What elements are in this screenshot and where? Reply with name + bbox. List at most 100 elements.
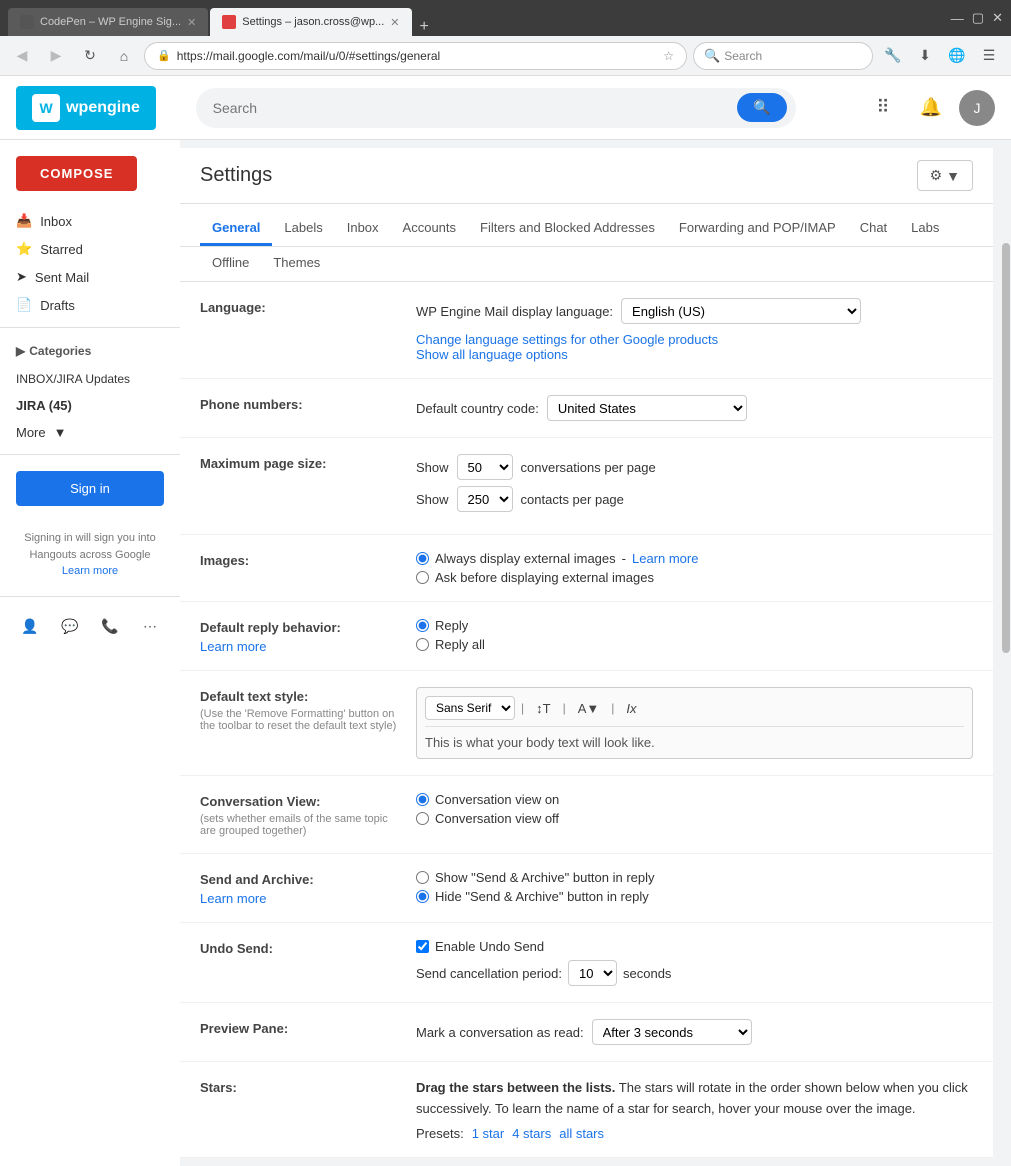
apps-icon[interactable]: ⠿ — [863, 88, 903, 128]
sidebar-item-sent[interactable]: ➤ Sent Mail — [0, 263, 180, 291]
sidebar-item-inbox-jira[interactable]: INBOX/JIRA Updates — [0, 366, 180, 392]
reply-option1-label: Reply — [435, 618, 468, 633]
contacts-per-page-label: contacts per page — [521, 492, 624, 507]
cancellation-period-select[interactable]: 10 5 20 30 — [568, 960, 617, 986]
back-button[interactable]: ◀ — [8, 42, 36, 70]
tab-labs[interactable]: Labs — [899, 212, 951, 246]
remove-formatting-button[interactable]: Ix — [620, 698, 642, 719]
forward-button[interactable]: ▶ — [42, 42, 70, 70]
sign-in-text: Signing in will sign you into Hangouts a… — [0, 522, 180, 588]
show-send-archive-radio[interactable] — [416, 871, 429, 884]
minimize-button[interactable]: — — [951, 11, 964, 26]
codepen-tab-close[interactable]: ✕ — [187, 16, 196, 29]
header-right: ⠿ 🔔 J — [863, 88, 995, 128]
wrench-icon[interactable]: 🔧 — [879, 42, 907, 70]
images-content: Always display external images - Learn m… — [416, 551, 973, 585]
preset-4stars-link[interactable]: 4 stars — [512, 1126, 551, 1141]
scrollbar-thumb[interactable] — [1002, 243, 1010, 653]
download-icon[interactable]: ⬇ — [911, 42, 939, 70]
tab-forwarding[interactable]: Forwarding and POP/IMAP — [667, 212, 848, 246]
inbox-icon: 📥 — [16, 213, 32, 229]
sign-in-learn-more-link[interactable]: Learn more — [62, 565, 118, 577]
browser-search-bar[interactable]: 🔍 Search — [693, 42, 873, 70]
tab-inbox[interactable]: Inbox — [335, 212, 391, 246]
gmail-search: 🔍 — [196, 88, 796, 128]
language-select[interactable]: English (US) — [621, 298, 861, 324]
reply-all-radio[interactable] — [416, 638, 429, 651]
categories-header[interactable]: ▶ Categories — [0, 336, 180, 366]
sent-icon: ➤ — [16, 269, 27, 285]
globe-icon[interactable]: 🌐 — [943, 42, 971, 70]
show-all-languages-link[interactable]: Show all language options — [416, 347, 568, 362]
chat-icon[interactable]: 💬 — [56, 613, 84, 641]
always-display-radio[interactable] — [416, 552, 429, 565]
sidebar-item-starred[interactable]: ⭐ Starred — [0, 235, 180, 263]
close-button[interactable]: ✕ — [992, 10, 1003, 26]
sidebar-item-jira[interactable]: JIRA (45) — [0, 392, 180, 419]
gmail-search-button[interactable]: 🔍 — [737, 93, 786, 122]
reply-radio[interactable] — [416, 619, 429, 632]
preset-1star-link[interactable]: 1 star — [472, 1126, 505, 1141]
settings-gear-button[interactable]: ⚙ ▼ — [917, 160, 973, 191]
text-style-row: Default text style: (Use the 'Remove For… — [180, 671, 993, 776]
browser-search-icon: 🔍 — [704, 48, 720, 64]
maximize-button[interactable]: ▢ — [972, 10, 984, 26]
sidebar-item-more[interactable]: More ▼ — [0, 419, 180, 446]
conversation-on-radio[interactable] — [416, 793, 429, 806]
tab-general[interactable]: General — [200, 212, 272, 246]
change-language-link[interactable]: Change language settings for other Googl… — [416, 332, 718, 347]
tab-accounts[interactable]: Accounts — [391, 212, 468, 246]
conversations-per-page-select[interactable]: 50 25 100 — [457, 454, 513, 480]
compose-button[interactable]: COMPOSE — [16, 156, 137, 191]
preset-allstars-link[interactable]: all stars — [559, 1126, 604, 1141]
gmail-search-input[interactable] — [213, 100, 730, 116]
font-select[interactable]: Sans Serif — [425, 696, 515, 720]
tab-gmail[interactable]: Settings – jason.cross@wp... ✕ — [210, 8, 411, 36]
tab-offline[interactable]: Offline — [200, 247, 261, 281]
gmail-favicon — [222, 15, 236, 29]
tab-filters[interactable]: Filters and Blocked Addresses — [468, 212, 667, 246]
undo-send-checkbox[interactable] — [416, 940, 429, 953]
settings-tabs-row2: Offline Themes — [180, 247, 993, 282]
images-learn-more-link[interactable]: Learn more — [632, 551, 698, 566]
country-select[interactable]: United States — [547, 395, 747, 421]
phone-content: Default country code: United States — [416, 395, 973, 421]
settings-panel: Settings ⚙ ▼ General Labels Inbox Accoun… — [180, 148, 993, 1158]
scrollbar[interactable] — [1001, 140, 1011, 1166]
mark-read-select[interactable]: After 3 seconds Immediately After 1 seco… — [592, 1019, 752, 1045]
home-button[interactable]: ⌂ — [110, 42, 138, 70]
address-bar[interactable]: 🔒 https://mail.google.com/mail/u/0/#sett… — [144, 42, 687, 70]
more-options-icon[interactable]: ⋯ — [136, 613, 164, 641]
reply-learn-more-link[interactable]: Learn more — [200, 639, 266, 654]
conversation-row: Conversation View: (sets whether emails … — [180, 776, 993, 854]
contacts-per-page-select[interactable]: 250 25 50 100 — [457, 486, 513, 512]
font-size-button[interactable]: ↕T — [530, 698, 556, 719]
send-archive-learn-more-link[interactable]: Learn more — [200, 891, 266, 906]
sidebar-item-drafts[interactable]: 📄 Drafts — [0, 291, 180, 319]
tab-codepen[interactable]: CodePen – WP Engine Sig... ✕ — [8, 8, 208, 36]
gmail-tab-close[interactable]: ✕ — [390, 16, 399, 29]
gmail-search-container[interactable]: 🔍 — [196, 88, 796, 128]
avatar[interactable]: J — [959, 90, 995, 126]
people-icon[interactable]: 👤 — [16, 613, 44, 641]
bookmark-icon[interactable]: ☆ — [663, 49, 674, 63]
hide-send-archive-radio[interactable] — [416, 890, 429, 903]
new-tab-button[interactable]: + — [414, 18, 435, 36]
reload-button[interactable]: ↻ — [76, 42, 104, 70]
ask-before-display-radio[interactable] — [416, 571, 429, 584]
page-size-row: Maximum page size: Show 50 25 100 conver… — [180, 438, 993, 535]
conversation-on-label: Conversation view on — [435, 792, 559, 807]
language-label: Language: — [200, 298, 400, 315]
menu-icon[interactable]: ☰ — [975, 42, 1003, 70]
conversation-off-radio[interactable] — [416, 812, 429, 825]
tab-labels[interactable]: Labels — [272, 212, 334, 246]
text-toolbar: Sans Serif | ↕T | A▼ | Ix — [425, 696, 964, 727]
tab-chat[interactable]: Chat — [848, 212, 899, 246]
sidebar-item-inbox[interactable]: 📥 Inbox — [0, 207, 180, 235]
phone-icon[interactable]: 📞 — [96, 613, 124, 641]
font-color-button[interactable]: A▼ — [572, 698, 606, 719]
sign-in-button[interactable]: Sign in — [16, 471, 164, 506]
tab-themes[interactable]: Themes — [261, 247, 332, 281]
browser-tabs: CodePen – WP Engine Sig... ✕ Settings – … — [8, 0, 435, 36]
notifications-icon[interactable]: 🔔 — [911, 88, 951, 128]
